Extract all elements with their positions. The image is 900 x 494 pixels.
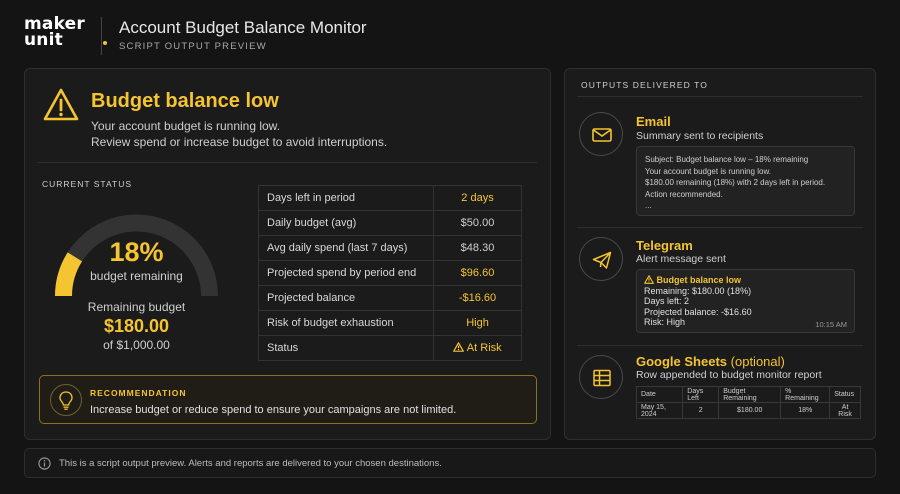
email-icon [579, 112, 623, 156]
metrics-table: Days left in period 2 days Daily budget … [258, 185, 522, 361]
header-divider [101, 17, 102, 55]
table-row: May 15, 2024 2 $180.00 18% At Risk [635, 402, 861, 419]
remaining-budget-label: Remaining budget [87, 300, 186, 314]
brand-dot [103, 41, 107, 45]
warning-icon [644, 275, 654, 284]
table-cell: May 15, 2024 [635, 402, 684, 419]
remaining-budget-value: $180.00 [103, 316, 170, 336]
email-title: Email [636, 114, 671, 129]
email-line: Action recommended. [645, 189, 723, 199]
email-line: Subject: Budget balance low – 18% remain… [645, 155, 809, 164]
sheets-title-text: Google Sheets [636, 354, 728, 369]
table-row: Days left in period 2 days [259, 185, 522, 211]
email-line: Your account budget is running low. [645, 166, 772, 176]
metric-label: Status [258, 335, 434, 361]
column-header: Date [635, 386, 684, 403]
lightbulb-icon [50, 384, 82, 416]
recommendation-heading: RECOMMENDATION [90, 388, 187, 398]
metric-value: $96.60 [433, 260, 522, 286]
page-subtitle: SCRIPT OUTPUT PREVIEW [119, 41, 267, 52]
footer-text: This is a script output preview. Alerts … [59, 458, 442, 469]
table-row: Projected balance -$16.60 [258, 285, 522, 311]
table-row: Projected spend by period end $96.60 [258, 260, 522, 286]
telegram-subtitle: Alert message sent [636, 253, 726, 265]
status-badge: At Risk [466, 342, 502, 354]
column-header: Days Left [682, 386, 720, 403]
outputs-card: OUTPUTS DELIVERED TO Email Summary sent … [564, 68, 876, 440]
table-cell: 18% [780, 402, 831, 419]
column-header: Budget Remaining [718, 386, 782, 403]
metric-value: $50.00 [433, 210, 522, 236]
divider [577, 345, 863, 346]
email-subtitle: Summary sent to recipients [636, 130, 764, 142]
column-header: % Remaining [780, 386, 831, 403]
current-status-label: CURRENT STATUS [42, 179, 133, 189]
metric-label: Days left in period [267, 192, 356, 204]
metric-label: Avg daily spend (last 7 days) [258, 235, 434, 261]
table-cell: 2 [682, 402, 720, 419]
sheets-optional-tag: (optional) [730, 354, 785, 369]
warning-icon [43, 88, 79, 121]
telegram-preview: Budget balance low Remaining: $180.00 (1… [636, 269, 855, 333]
metric-value: 2 days [433, 185, 522, 211]
recommendation-box: RECOMMENDATION Increase budget or reduce… [39, 375, 537, 424]
telegram-line: Days left: 2 [644, 296, 690, 306]
telegram-title: Telegram [636, 238, 693, 253]
brand-line2: unit [24, 30, 63, 50]
table-cell: $180.00 [718, 402, 782, 419]
table-row: Risk of budget exhaustion High [258, 310, 522, 336]
email-line: $180.00 remaining (18%) with 2 days left… [645, 178, 826, 187]
alert-message-2: Review spend or increase budget to avoid… [91, 135, 388, 149]
metric-value: $48.30 [433, 235, 522, 261]
percent-caption: budget remaining [90, 269, 183, 283]
telegram-message-head: Budget balance low [644, 275, 847, 286]
metric-label: Projected balance [258, 285, 434, 311]
metric-value: -$16.60 [433, 285, 522, 311]
telegram-line: Projected balance: -$16.60 [644, 306, 752, 317]
email-line: ... [645, 201, 652, 210]
telegram-head-text: Budget balance low [656, 275, 742, 285]
telegram-line: Remaining: $180.00 (18%) [644, 285, 752, 296]
table-header-row: Date Days Left Budget Remaining % Remain… [635, 386, 861, 403]
recommendation-text: Increase budget or reduce spend to ensur… [90, 404, 457, 416]
sheets-preview-table: Date Days Left Budget Remaining % Remain… [635, 386, 861, 419]
telegram-timestamp: 10:15 AM [815, 320, 847, 329]
divider [37, 162, 537, 163]
status-badge: At Risk [829, 402, 861, 419]
column-header: Status [829, 386, 861, 403]
budget-status-card: Budget balance low Your account budget i… [24, 68, 551, 440]
brand-logo: maker unit [24, 16, 107, 50]
metric-label: Projected spend by period end [258, 260, 434, 286]
page-title: Account Budget Balance Monitor [119, 18, 367, 37]
footer-note: This is a script output preview. Alerts … [24, 448, 876, 478]
info-icon [38, 457, 51, 470]
warning-icon [453, 342, 465, 352]
alert-message-1: Your account budget is running low. [91, 119, 281, 133]
metric-label: Risk of budget exhaustion [258, 310, 434, 336]
metric-value: High [433, 310, 522, 336]
sheets-title: Google Sheets (optional) [636, 354, 785, 369]
percent-remaining: 18% [109, 237, 164, 267]
status-cell: At Risk [433, 335, 522, 361]
outputs-label: OUTPUTS DELIVERED TO [581, 80, 709, 90]
telegram-icon [579, 237, 623, 281]
divider [577, 227, 863, 228]
metric-label: Daily budget (avg) [258, 210, 434, 236]
alert-title: Budget balance low [91, 90, 279, 112]
table-row: Daily budget (avg) $50.00 [258, 210, 522, 236]
spreadsheet-icon [579, 355, 623, 399]
table-row: Status At Risk [258, 335, 522, 361]
divider [577, 96, 863, 97]
total-budget: of $1,000.00 [103, 338, 170, 352]
sheets-subtitle: Row appended to budget monitor report [636, 369, 822, 381]
email-preview: Subject: Budget balance low – 18% remain… [636, 146, 855, 216]
table-row: Avg daily spend (last 7 days) $48.30 [258, 235, 522, 261]
